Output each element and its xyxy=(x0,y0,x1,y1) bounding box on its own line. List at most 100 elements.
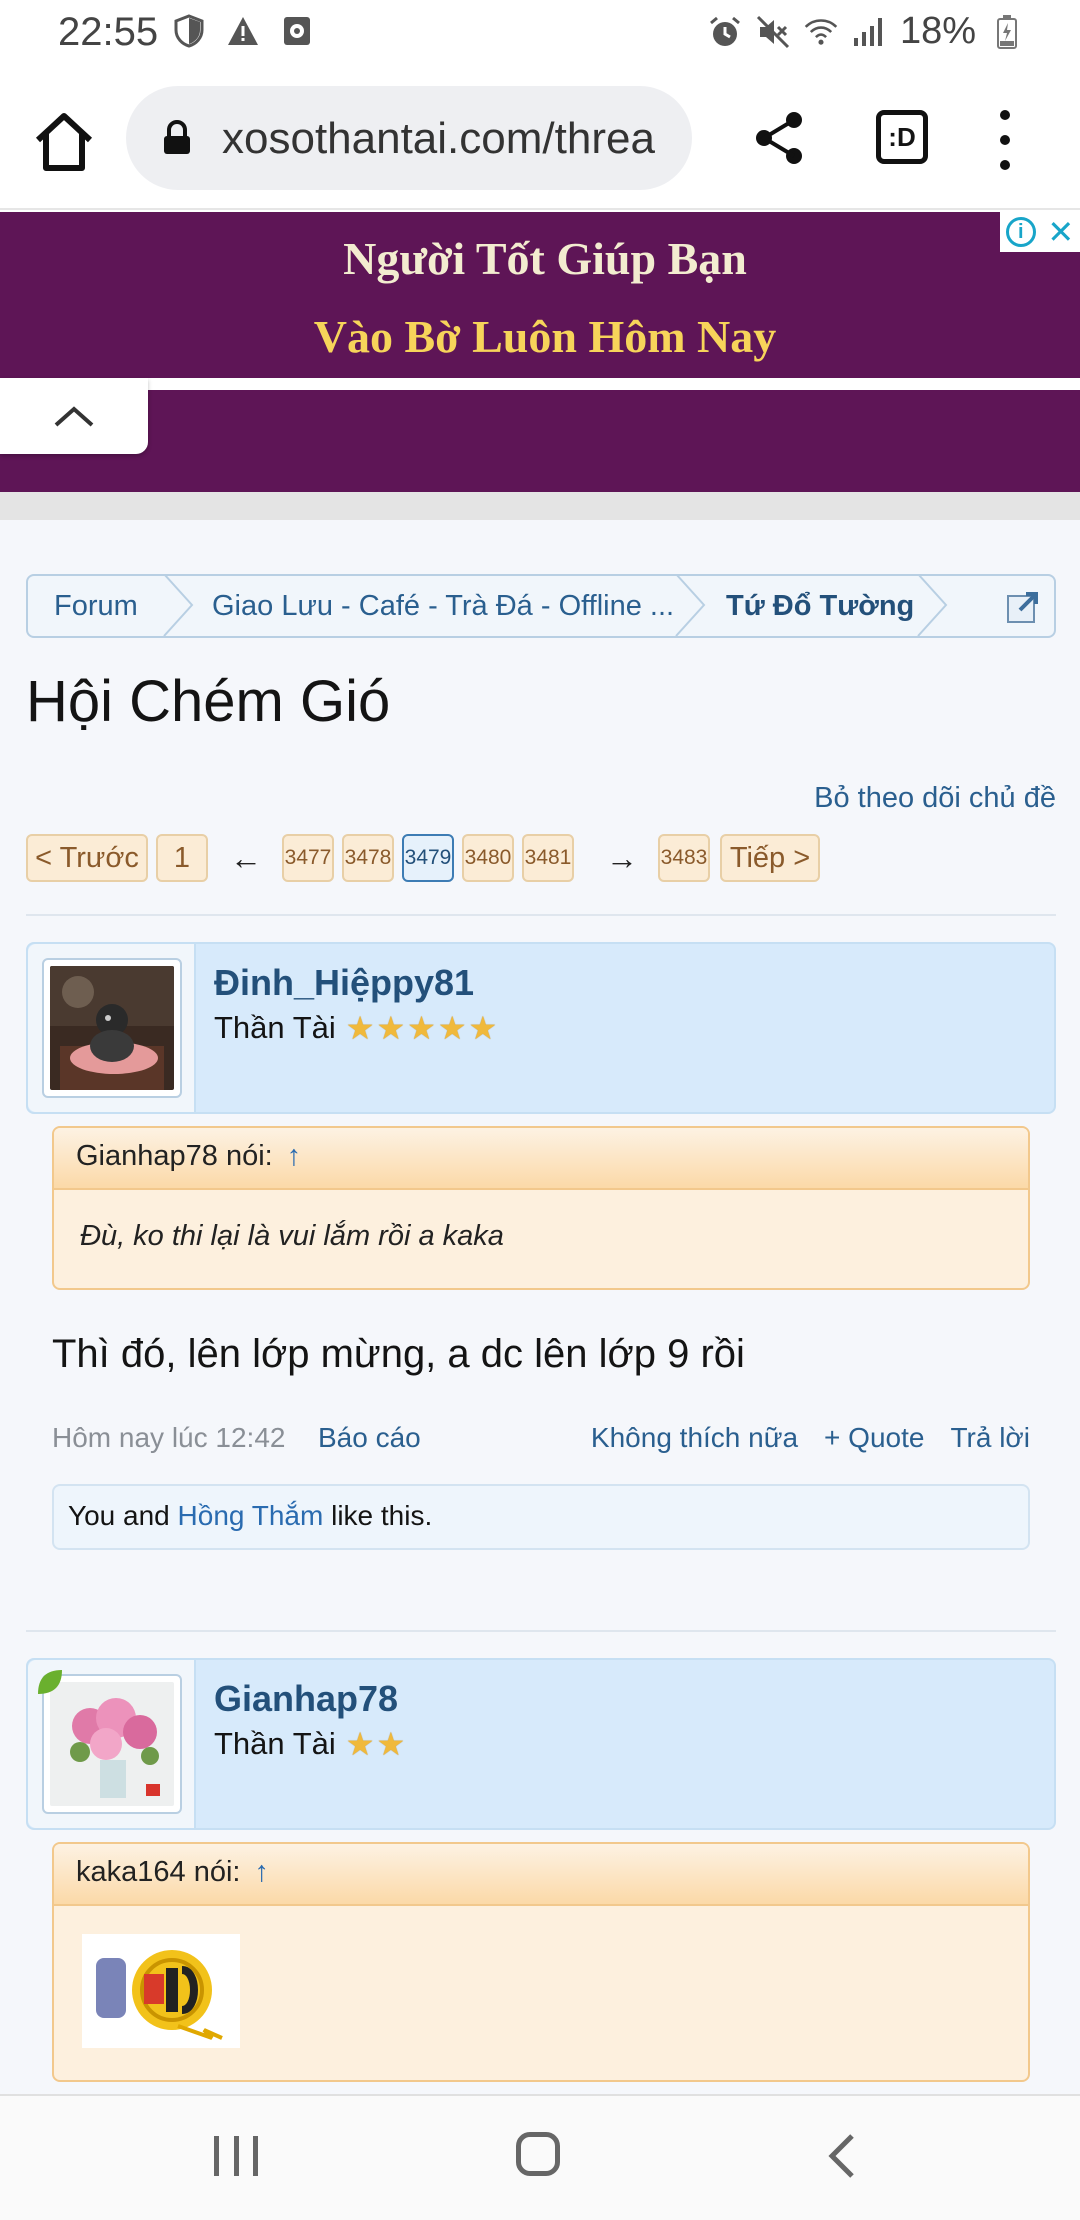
next-page-button[interactable]: Tiếp > xyxy=(720,834,820,882)
ad-banner-bottom xyxy=(0,390,1080,492)
page-title: Hội Chém Gió xyxy=(26,669,391,734)
likes-suffix: like this. xyxy=(323,1500,433,1531)
quote-button[interactable]: + Quote xyxy=(824,1422,924,1454)
breadcrumb: Forum Giao Lưu - Café - Trà Đá - Offline… xyxy=(26,574,1056,638)
wifi-icon xyxy=(804,15,838,49)
ad-separator xyxy=(0,492,1080,520)
post-username[interactable]: Gianhap78 xyxy=(214,1678,398,1720)
star-icon: ★ xyxy=(345,1010,375,1046)
page-link[interactable]: 3480 xyxy=(462,834,514,882)
url-text: xosothantai.com/threa xyxy=(222,114,655,163)
info-icon[interactable]: i xyxy=(1005,217,1036,247)
ad-choices[interactable]: i ✕ xyxy=(1000,212,1080,252)
quote-block: kaka164 nói: ↑ xyxy=(52,1842,1030,2082)
battery-charging-icon xyxy=(990,14,1024,49)
lock-icon xyxy=(162,119,192,161)
post-username[interactable]: Đinh_Hiệppy81 xyxy=(214,962,474,1004)
shield-icon xyxy=(172,14,206,48)
skip-back-arrow[interactable]: ← xyxy=(230,840,262,877)
home-icon xyxy=(35,113,93,171)
chevron-up-icon xyxy=(54,406,94,427)
star-icon: ★ xyxy=(376,1010,406,1046)
post-meta: Hôm nay lúc 12:42 Báo cáo Không thích nữ… xyxy=(52,1422,1030,1462)
user-rank: Thần Tài ★ ★ xyxy=(214,1726,405,1762)
likes-summary: You and Hồng Thắm like this. xyxy=(52,1484,1030,1550)
avatar-image xyxy=(50,1682,174,1806)
page-link[interactable]: 3481 xyxy=(522,834,574,882)
leaf-icon xyxy=(38,1670,62,1694)
quote-header: Gianhap78 nói: ↑ xyxy=(54,1128,1028,1190)
record-icon xyxy=(280,14,314,48)
quote-block: Gianhap78 nói: ↑ Đù, ko thi lại là vui l… xyxy=(52,1126,1030,1290)
ad-line-2: Vào Bờ Luôn Hôm Nay xyxy=(313,311,777,362)
page-last[interactable]: 3483 xyxy=(658,834,710,882)
user-title: Thần Tài xyxy=(214,1010,336,1045)
quote-author: Gianhap78 nói: xyxy=(76,1140,273,1172)
breadcrumb-category[interactable]: Giao Lưu - Café - Trà Đá - Offline ... xyxy=(212,590,674,623)
signal-icon xyxy=(852,15,886,49)
reply-link[interactable]: Trả lời xyxy=(950,1422,1030,1454)
quote-header: kaka164 nói: ↑ xyxy=(54,1844,1028,1906)
jump-to-quote-arrow-icon[interactable]: ↑ xyxy=(287,1140,302,1172)
report-link[interactable]: Báo cáo xyxy=(318,1422,421,1454)
back-icon xyxy=(828,2134,854,2178)
page-link[interactable]: 3478 xyxy=(342,834,394,882)
unwatch-thread-link[interactable]: Bỏ theo dõi chủ đề xyxy=(814,782,1056,815)
status-bar: 22:55 18% xyxy=(0,0,1080,66)
warning-icon xyxy=(226,14,260,48)
star-icon: ★ xyxy=(345,1726,375,1762)
tab-switcher-button[interactable]: :D xyxy=(876,110,928,164)
address-bar[interactable]: xosothantai.com/threa xyxy=(126,86,692,190)
browser-toolbar: xosothantai.com/threa :D xyxy=(0,66,1080,210)
post-userbar: Đinh_Hiệppy81 Thần Tài ★ ★ ★ ★ ★ xyxy=(26,942,1056,1114)
post-message: Thì đó, lên lớp mừng, a dc lên lớp 9 rồi xyxy=(52,1332,745,1376)
page-first[interactable]: 1 xyxy=(156,834,208,882)
divider xyxy=(26,1630,1056,1632)
post-date[interactable]: Hôm nay lúc 12:42 xyxy=(52,1422,285,1454)
emoticon-image xyxy=(82,1934,240,2048)
rank-stars: ★ ★ xyxy=(346,1728,405,1760)
likes-prefix: You and xyxy=(68,1500,178,1531)
home-button[interactable] xyxy=(28,108,100,176)
breadcrumb-separator xyxy=(917,574,948,637)
jump-to-icon[interactable] xyxy=(1006,590,1040,624)
system-navigation-bar xyxy=(0,2094,1080,2220)
collapse-ad-button[interactable] xyxy=(0,378,148,454)
user-title: Thần Tài xyxy=(214,1726,336,1761)
alarm-icon xyxy=(708,15,742,49)
breadcrumb-separator xyxy=(675,574,706,637)
more-menu-button[interactable] xyxy=(990,110,1020,170)
breadcrumb-forum[interactable]: Forum xyxy=(54,590,138,623)
battery-percent: 18% xyxy=(899,10,976,52)
page-link[interactable]: 3477 xyxy=(282,834,334,882)
jump-to-quote-arrow-icon[interactable]: ↑ xyxy=(255,1856,270,1888)
share-button[interactable] xyxy=(752,110,808,166)
page-current[interactable]: 3479 xyxy=(402,834,454,882)
avatar-container xyxy=(28,944,196,1112)
recent-apps-button[interactable] xyxy=(214,2136,258,2176)
status-time: 22:55 xyxy=(58,10,159,54)
ad-banner[interactable]: Người Tốt Giúp Bạn Vào Bờ Luôn Hôm Nay i… xyxy=(0,212,1080,378)
home-nav-button[interactable] xyxy=(516,2132,560,2176)
liker-link[interactable]: Hồng Thắm xyxy=(178,1500,324,1531)
post-userbar: Gianhap78 Thần Tài ★ ★ xyxy=(26,1658,1056,1830)
prev-page-button[interactable]: < Trước xyxy=(26,834,148,882)
star-icon: ★ xyxy=(407,1010,436,1046)
share-icon xyxy=(756,112,802,164)
back-button[interactable] xyxy=(822,2132,866,2180)
ad-line-1: Người Tốt Giúp Bạn xyxy=(343,233,747,284)
avatar-image xyxy=(50,966,174,1090)
user-rank: Thần Tài ★ ★ ★ ★ ★ xyxy=(214,1010,497,1046)
mute-icon xyxy=(756,15,790,49)
breadcrumb-separator xyxy=(163,574,194,637)
unlike-link[interactable]: Không thích nữa xyxy=(591,1422,798,1454)
rank-stars: ★ ★ ★ ★ ★ xyxy=(346,1012,497,1044)
breadcrumb-subforum[interactable]: Tứ Đổ Tường xyxy=(726,590,914,623)
divider xyxy=(26,914,1056,916)
close-ad-icon[interactable]: ✕ xyxy=(1047,216,1074,248)
skip-forward-arrow[interactable]: → xyxy=(606,840,638,877)
star-icon: ★ xyxy=(468,1010,498,1046)
avatar[interactable] xyxy=(42,958,182,1098)
forum-content: Forum Giao Lưu - Café - Trà Đá - Offline… xyxy=(0,520,1080,2094)
more-menu-icon xyxy=(1000,110,1010,120)
